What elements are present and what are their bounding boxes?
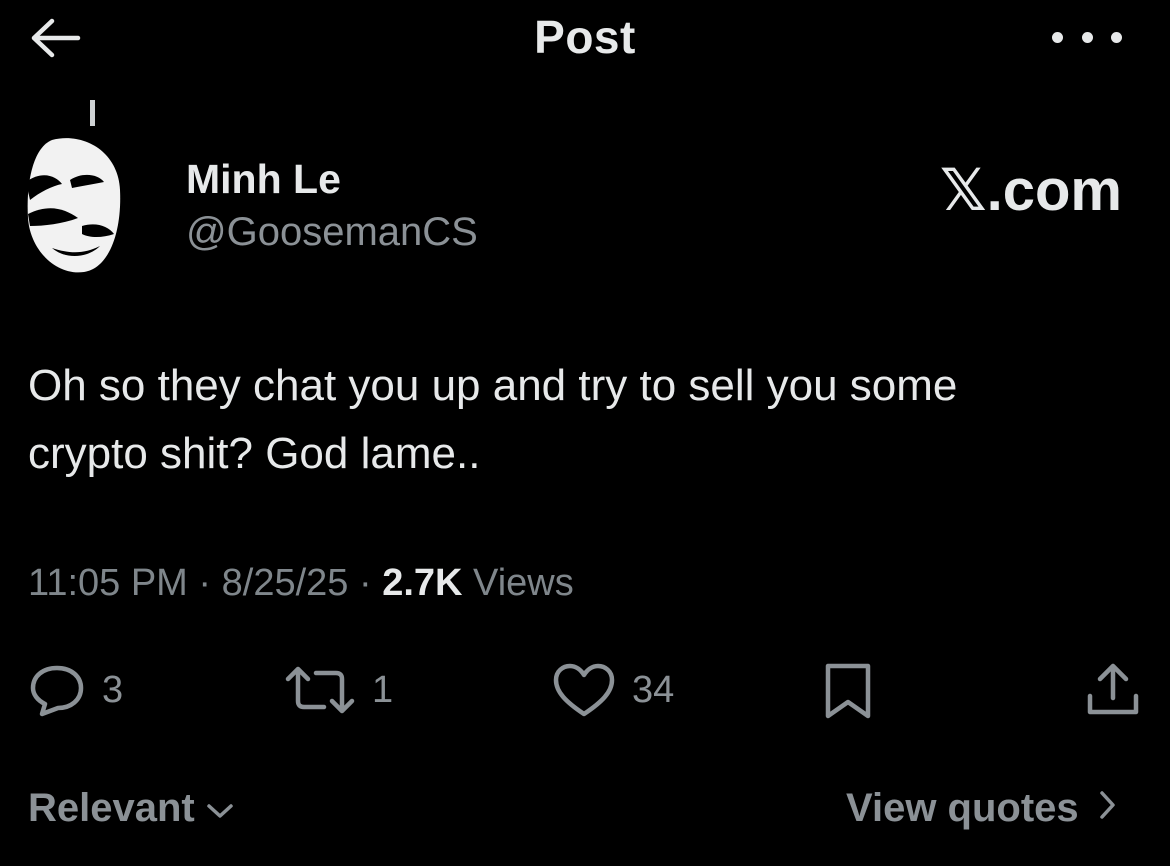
like-count: 34: [632, 668, 675, 711]
repost-button[interactable]: 1: [284, 660, 393, 720]
share-icon: [1084, 660, 1142, 720]
reply-button[interactable]: 3: [28, 660, 123, 720]
page-title: Post: [534, 11, 636, 63]
tweet-text: Oh so they chat you up and try to sell y…: [28, 352, 1138, 488]
more-options-button[interactable]: [1052, 22, 1122, 52]
reply-icon: [28, 663, 86, 717]
chevron-right-icon: [1097, 786, 1117, 831]
avatar-mark: [90, 100, 95, 126]
tweet-text-line: crypto shit? God lame..: [28, 429, 481, 478]
share-button[interactable]: [1084, 660, 1142, 720]
sort-label: Relevant: [28, 786, 195, 830]
meta-separator: ·: [358, 562, 372, 604]
views-count[interactable]: 2.7K: [382, 562, 462, 604]
view-quotes-label: View quotes: [846, 786, 1079, 830]
post-date[interactable]: 8/25/25: [222, 562, 349, 604]
tweet-text-line: Oh so they chat you up and try to sell y…: [28, 361, 958, 410]
author-name[interactable]: Minh Le: [186, 156, 341, 203]
avatar[interactable]: [22, 130, 126, 276]
heart-icon: [552, 662, 616, 718]
post-time[interactable]: 11:05 PM: [28, 562, 188, 604]
sort-replies-dropdown[interactable]: Relevant: [28, 786, 235, 831]
repost-count: 1: [372, 668, 394, 711]
views-label: Views: [473, 562, 574, 604]
bookmark-icon: [822, 660, 874, 720]
bookmark-button[interactable]: [822, 660, 874, 720]
author-handle[interactable]: @GoosemanCS: [186, 210, 478, 255]
view-quotes-link[interactable]: View quotes: [846, 786, 1117, 831]
watermark: 𝕏.com: [939, 158, 1122, 223]
reply-count: 3: [102, 668, 124, 711]
repost-icon: [284, 663, 356, 717]
meta-separator: ·: [198, 562, 212, 604]
like-button[interactable]: 34: [552, 660, 674, 720]
more-horizontal-icon: [1052, 31, 1063, 43]
tweet-meta: 11:05 PM · 8/25/25 · 2.7K Views: [28, 562, 574, 605]
chevron-down-icon: [205, 786, 235, 831]
